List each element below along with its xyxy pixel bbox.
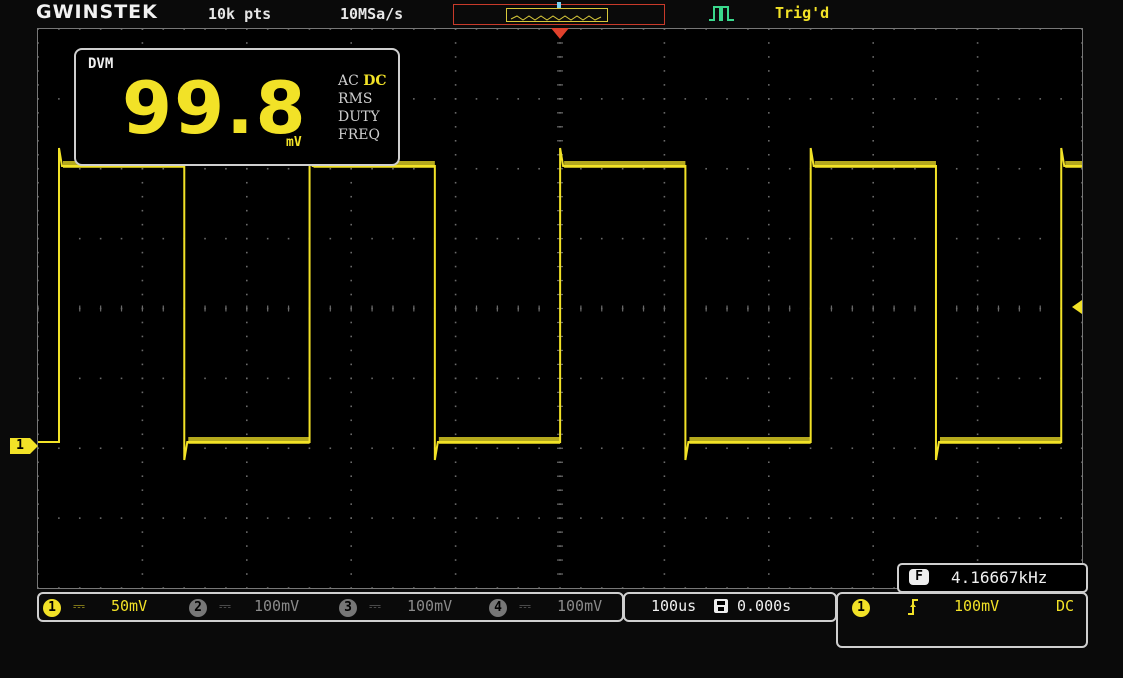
trace-noise-band bbox=[438, 437, 561, 444]
trigger-level[interactable]: 100mV bbox=[954, 597, 999, 615]
trigger-panel[interactable]: 1 100mV DC bbox=[836, 592, 1088, 648]
memory-window-indicator bbox=[506, 8, 608, 22]
dvm-mode-duty: DUTY bbox=[338, 109, 380, 125]
ch4-indicator[interactable]: 4 bbox=[489, 597, 507, 617]
trigger-coupling[interactable]: DC bbox=[1056, 597, 1074, 615]
dvm-mode-list: AC DC RMS DUTY FREQ bbox=[338, 72, 387, 144]
ch1-ground-marker[interactable]: 1 bbox=[10, 438, 30, 454]
frequency-counter: F 4.16667kHz bbox=[897, 563, 1088, 593]
ch3-coupling-icon: ⎓ bbox=[369, 597, 381, 615]
frequency-value: 4.16667kHz bbox=[951, 568, 1048, 587]
trace-noise-band bbox=[564, 161, 686, 168]
trigger-position-marker[interactable] bbox=[551, 28, 569, 40]
dvm-reading: 99.8 bbox=[122, 66, 308, 150]
ch1-indicator[interactable]: 1 bbox=[43, 597, 61, 617]
trigger-level-marker[interactable] bbox=[1072, 300, 1082, 314]
dvm-mode-freq: FREQ bbox=[338, 127, 380, 143]
pulse-trigger-icon bbox=[709, 6, 734, 21]
trace-noise-band bbox=[188, 437, 310, 444]
timebase-panel[interactable]: 100us 0.000s bbox=[623, 592, 837, 622]
ch2-scale[interactable]: 100mV bbox=[254, 597, 299, 615]
trigger-position-indicator bbox=[557, 2, 561, 8]
dvm-mode-ac: AC bbox=[338, 73, 359, 89]
trace-noise-band bbox=[814, 161, 936, 168]
timebase-position[interactable]: 0.000s bbox=[737, 597, 791, 615]
trace-noise-band bbox=[1065, 161, 1082, 168]
rising-edge-icon bbox=[906, 598, 920, 620]
square-wave-trace bbox=[38, 147, 1082, 461]
trace-noise-band bbox=[939, 437, 1062, 444]
dvm-label: DVM bbox=[88, 56, 114, 72]
sample-rate: 10MSa/s bbox=[340, 5, 404, 23]
dvm-unit: mV bbox=[286, 135, 302, 150]
frequency-icon: F bbox=[909, 569, 929, 585]
ch3-scale[interactable]: 100mV bbox=[407, 597, 452, 615]
memory-bar bbox=[453, 2, 665, 25]
trace-noise-band bbox=[689, 437, 811, 444]
ch4-coupling-icon: ⎓ bbox=[519, 597, 531, 615]
ch1-scale[interactable]: 50mV bbox=[111, 597, 147, 615]
dvm-mode-rms: RMS bbox=[338, 91, 373, 107]
dvm-mode-dc: DC bbox=[363, 73, 387, 89]
horizontal-position-icon bbox=[713, 598, 729, 618]
brand-logo: GWINSTEK bbox=[36, 1, 158, 23]
status-bar: GWINSTEK 10k pts 10MSa/s Trig'd bbox=[0, 0, 1123, 26]
ch3-indicator[interactable]: 3 bbox=[339, 597, 357, 617]
timebase-scale[interactable]: 100us bbox=[651, 597, 696, 615]
ch4-scale[interactable]: 100mV bbox=[557, 597, 602, 615]
ch1-coupling-icon: ⎓ bbox=[73, 597, 85, 615]
channel-status-bar: 1 ⎓ 50mV 2 ⎓ 100mV 3 ⎓ 100mV 4 ⎓ 100mV bbox=[37, 592, 624, 622]
record-length: 10k pts bbox=[208, 5, 272, 23]
ch1-marker-arrow bbox=[30, 438, 38, 454]
dvm-panel: DVM 99.8 mV AC DC RMS DUTY FREQ bbox=[74, 48, 400, 166]
ch2-coupling-icon: ⎓ bbox=[219, 597, 231, 615]
memory-waveform-icon bbox=[510, 15, 602, 21]
trigger-source[interactable]: 1 bbox=[852, 597, 870, 617]
trigger-status: Trig'd bbox=[775, 4, 830, 22]
ch2-indicator[interactable]: 2 bbox=[189, 597, 207, 617]
